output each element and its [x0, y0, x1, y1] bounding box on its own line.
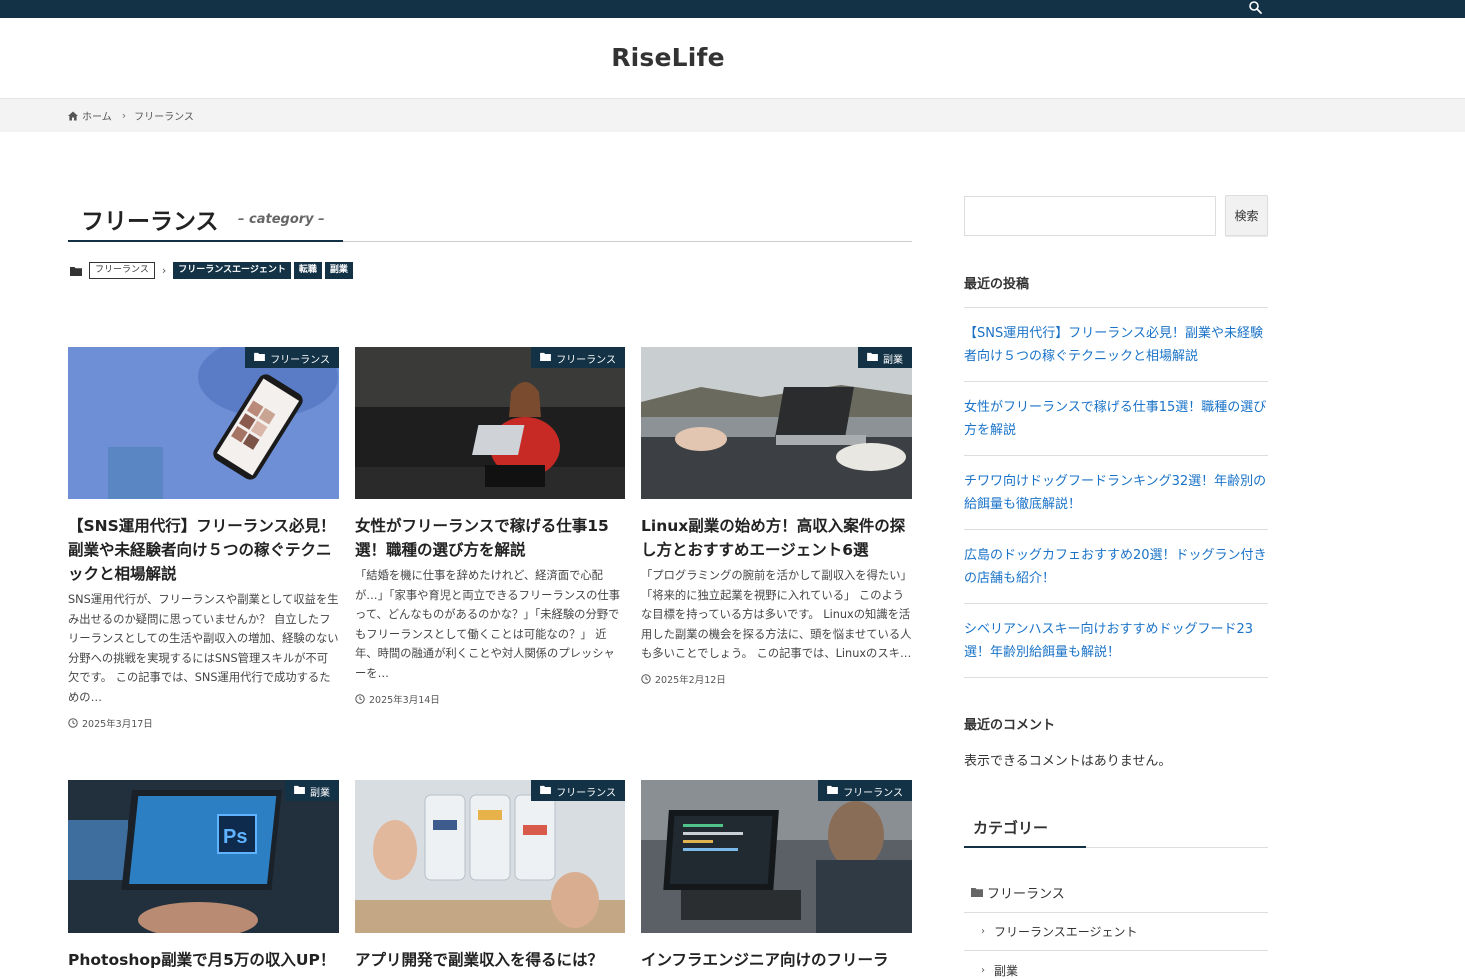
home-icon	[68, 111, 78, 120]
categories-heading: カテゴリー	[964, 808, 1268, 848]
post-category-badge: 副業	[858, 347, 912, 368]
post-category-badge: フリーランス	[531, 780, 625, 801]
recent-posts-title: 最近の投稿	[964, 277, 1030, 292]
recent-post-link[interactable]: 広島のドッグカフェおすすめ20選！ドッグラン付きの店舗も紹介！	[964, 530, 1268, 604]
post-thumbnail[interactable]: フリーランス	[355, 347, 625, 499]
post-card: 副業 Linux副業の始め方！高収入案件の探し方とおすすめエージェント6選 「プ…	[641, 347, 912, 686]
search-icon[interactable]	[1246, 0, 1264, 16]
folder-icon	[827, 785, 839, 794]
category-child-tag[interactable]: 転職	[293, 262, 322, 279]
post-thumbnail[interactable]: フリーランス	[641, 780, 912, 933]
chevron-right-icon: ›	[161, 264, 167, 277]
post-card: Ps 副業 Photoshop副業で月5万の収入UP！	[68, 780, 339, 972]
category-child-tag[interactable]: 副業	[324, 262, 353, 279]
recent-comments-title: 最近のコメント	[964, 718, 1056, 733]
category-item[interactable]: › 副業	[964, 951, 1268, 979]
site-title[interactable]: RiseLife	[0, 43, 1336, 72]
breadcrumb: ホーム › フリーランス	[68, 108, 194, 123]
page-subtitle: – category –	[238, 212, 325, 227]
post-title[interactable]: インフラエンジニア向けのフリーラ	[641, 948, 912, 972]
post-category-badge: 副業	[285, 780, 339, 801]
page-heading: フリーランス – category –	[68, 198, 912, 242]
site-header: RiseLife	[0, 18, 1465, 99]
post-title[interactable]: 【SNS運用代行】フリーランス必見！副業や未経験者向け５つの稼ぐテクニックと相場…	[68, 514, 339, 586]
recent-post-link[interactable]: 【SNS運用代行】フリーランス必見！副業や未経験者向け５つの稼ぐテクニックと相場…	[964, 308, 1268, 382]
folder-icon	[540, 352, 552, 361]
recent-posts-list: 【SNS運用代行】フリーランス必見！副業や未経験者向け５つの稼ぐテクニックと相場…	[964, 307, 1268, 678]
search-button[interactable]: 検索	[1225, 195, 1268, 236]
recent-post-link[interactable]: チワワ向けドッグフードランキング32選！年齢別の給餌量も徹底解説！	[964, 456, 1268, 530]
folder-icon	[70, 266, 82, 276]
post-thumbnail[interactable]: フリーランス	[68, 347, 339, 499]
page-title: フリーランス	[81, 209, 219, 235]
folder-icon	[540, 785, 552, 794]
post-excerpt: 「結婚を機に仕事を辞めたけれど、経済面で心配が…」「家事や育児と両立できるフリー…	[355, 569, 621, 680]
post-card: フリーランス インフラエンジニア向けのフリーラ	[641, 780, 912, 972]
breadcrumb-bar: ホーム › フリーランス	[0, 99, 1465, 132]
post-date: 2025年3月14日	[355, 692, 625, 706]
post-category-badge: フリーランス	[245, 347, 339, 368]
category-list: フリーランス › フリーランスエージェント › 副業	[964, 872, 1268, 979]
post-card: フリーランス アプリ開発で副業収入を得るには？	[355, 780, 625, 972]
category-current-tag[interactable]: フリーランス	[89, 262, 155, 279]
breadcrumb-current: フリーランス	[134, 112, 194, 123]
clock-icon	[355, 693, 365, 704]
category-item[interactable]: フリーランス	[964, 872, 1268, 913]
categories-title: カテゴリー	[973, 819, 1049, 837]
category-child-tag[interactable]: フリーランスエージェント	[173, 262, 291, 279]
chevron-right-icon: ›	[121, 109, 127, 122]
folder-icon	[971, 888, 983, 897]
post-title[interactable]: Linux副業の始め方！高収入案件の探し方とおすすめエージェント6選	[641, 514, 912, 562]
post-title[interactable]: 女性がフリーランスで稼げる仕事15選！職種の選び方を解説	[355, 514, 625, 562]
post-thumbnail[interactable]: 副業	[641, 347, 912, 499]
post-thumbnail[interactable]: フリーランス	[355, 780, 625, 933]
breadcrumb-home[interactable]: ホーム	[82, 108, 112, 123]
clock-icon	[68, 717, 78, 728]
post-card: フリーランス 女性がフリーランスで稼げる仕事15選！職種の選び方を解説 「結婚を…	[355, 347, 625, 706]
no-comments-text: 表示できるコメントはありません。	[964, 754, 1172, 769]
folder-icon	[254, 352, 266, 361]
category-path: フリーランス › フリーランスエージェント 転職 副業	[70, 261, 356, 280]
recent-post-link[interactable]: 女性がフリーランスで稼げる仕事15選！職種の選び方を解説	[964, 382, 1268, 456]
chevron-right-icon: ›	[981, 926, 985, 937]
post-category-badge: フリーランス	[818, 780, 912, 801]
post-category-badge: フリーランス	[531, 347, 625, 368]
svg-text:Ps: Ps	[223, 826, 247, 848]
search-input[interactable]	[964, 196, 1216, 236]
folder-icon	[867, 352, 878, 361]
recent-post-link[interactable]: シベリアンハスキー向けおすすめドッグフード23選！年齢別給餌量も解説！	[964, 604, 1268, 678]
post-title[interactable]: Photoshop副業で月5万の収入UP！	[68, 948, 339, 972]
post-thumbnail[interactable]: Ps 副業	[68, 780, 339, 933]
clock-icon	[641, 674, 651, 684]
top-bar	[0, 0, 1465, 18]
folder-icon	[294, 785, 305, 794]
post-excerpt: 「プログラミングの腕前を活かして副収入を得たい」「将来的に独立起業を視野に入れて…	[641, 569, 912, 661]
post-card: フリーランス 【SNS運用代行】フリーランス必見！副業や未経験者向け５つの稼ぐテ…	[68, 347, 339, 730]
post-excerpt: SNS運用代行が、フリーランスや副業として収益を生み出せるのか疑問に思っていませ…	[68, 593, 339, 704]
post-date: 2025年3月17日	[68, 716, 339, 730]
category-item[interactable]: › フリーランスエージェント	[964, 913, 1268, 951]
post-date: 2025年2月12日	[641, 672, 912, 686]
chevron-right-icon: ›	[981, 964, 985, 976]
post-title[interactable]: アプリ開発で副業収入を得るには？	[355, 948, 625, 972]
